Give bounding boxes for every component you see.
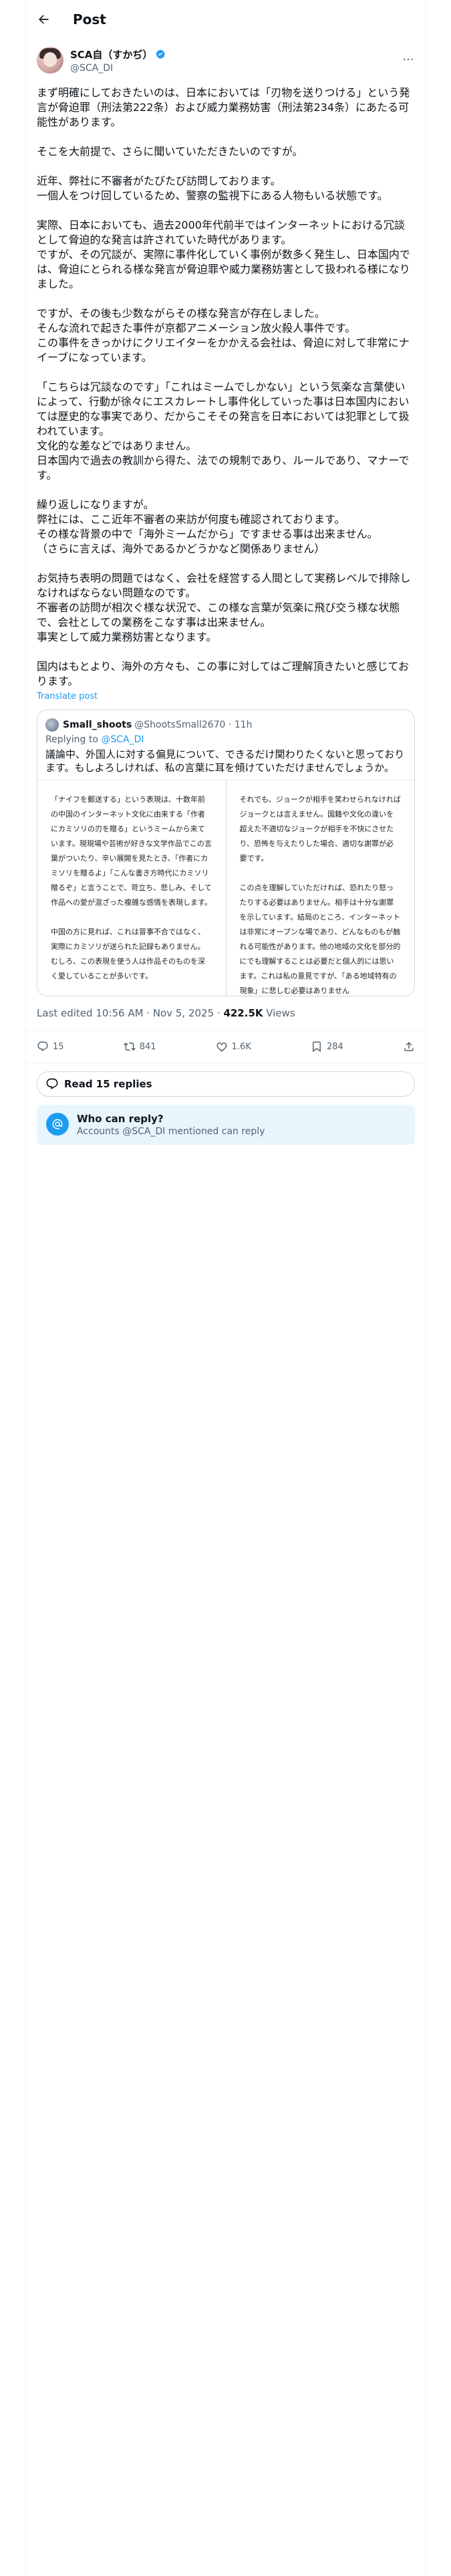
who-can-reply-box: Who can reply? Accounts @SCA_DI mentione… [37, 1105, 415, 1145]
post-timestamp[interactable]: Last edited 10:56 AM · Nov 5, 2025 · [37, 1007, 223, 1019]
quoted-handle-time: @ShootsSmall2670 · 11h [134, 720, 253, 730]
repost-icon [123, 1042, 136, 1051]
who-can-reply-desc: Accounts @SCA_DI mentioned can reply [77, 1126, 265, 1137]
bookmark-icon [313, 1041, 321, 1053]
replying-mention[interactable]: @SCA_DI [101, 734, 144, 745]
post-text: まず明確にしておきたいのは、日本においては「刃物を送りつける」という発言が脅迫罪… [37, 86, 411, 687]
reply-button[interactable]: 15 [37, 1041, 64, 1053]
avatar[interactable] [37, 47, 63, 74]
quoted-author-name: Small_shoots [63, 720, 132, 730]
back-arrow-icon[interactable] [37, 13, 50, 26]
who-can-reply-title: Who can reply? [77, 1113, 164, 1125]
quoted-image[interactable]: 「ナイフを郵送する」という表現は、十数年前の中国のインターネット文化に由来する「… [37, 780, 414, 996]
reply-icon [37, 1041, 48, 1052]
read-replies-button[interactable]: Read 15 replies [37, 1071, 415, 1097]
image-page-right: それでも、ジョークが相手を笑わせられなければジョークとは言えません。国籍や文化の… [239, 795, 401, 995]
author-handle[interactable]: @SCA_DI [70, 63, 402, 74]
like-count: 1.6K [231, 1041, 251, 1052]
read-replies-label: Read 15 replies [64, 1078, 152, 1090]
image-page-left: 「ナイフを郵送する」という表現は、十数年前の中国のインターネット文化に由来する「… [37, 780, 227, 996]
post-column: Post SCA自（すかぢ） @SCA_DI ··· まず明確にしておきたいのは… [25, 0, 426, 2576]
translate-post-link[interactable]: Translate post [26, 691, 426, 702]
page-title: Post [73, 11, 106, 27]
more-options-icon[interactable]: ··· [402, 53, 415, 67]
reply-count: 15 [53, 1041, 64, 1052]
share-button[interactable] [403, 1041, 415, 1053]
like-button[interactable]: 1.6K [216, 1041, 251, 1053]
chat-bubble-icon [46, 1078, 58, 1089]
page-header: Post [26, 0, 426, 39]
replying-prefix: Replying to [45, 734, 102, 745]
verified-badge-icon [156, 49, 166, 59]
quoted-avatar [45, 718, 59, 732]
post-meta: Last edited 10:56 AM · Nov 5, 2025 · 422… [26, 996, 426, 1031]
repost-count: 841 [139, 1041, 156, 1052]
quoted-post[interactable]: Small_shoots @ShootsSmall2670 · 11h Repl… [37, 710, 415, 996]
heart-icon [216, 1042, 227, 1052]
author-name[interactable]: SCA自（すかぢ） [70, 47, 152, 62]
repost-button[interactable]: 841 [123, 1041, 156, 1053]
share-icon [404, 1041, 414, 1051]
quoted-text: 議論中、外国人に対する偏見について、できるだけ関わりたくないと思っております。も… [45, 748, 405, 774]
post-author: SCA自（すかぢ） @SCA_DI ··· [26, 39, 426, 78]
views-label: Views [263, 1007, 295, 1019]
quoted-replying-to: Replying to @SCA_DI [37, 732, 414, 745]
view-count: 422.5K [223, 1007, 263, 1019]
bookmark-count: 284 [327, 1041, 343, 1052]
bookmark-button[interactable]: 284 [311, 1041, 343, 1053]
action-bar: 15 841 1.6K 284 [26, 1031, 426, 1063]
at-sign-icon [46, 1113, 69, 1136]
